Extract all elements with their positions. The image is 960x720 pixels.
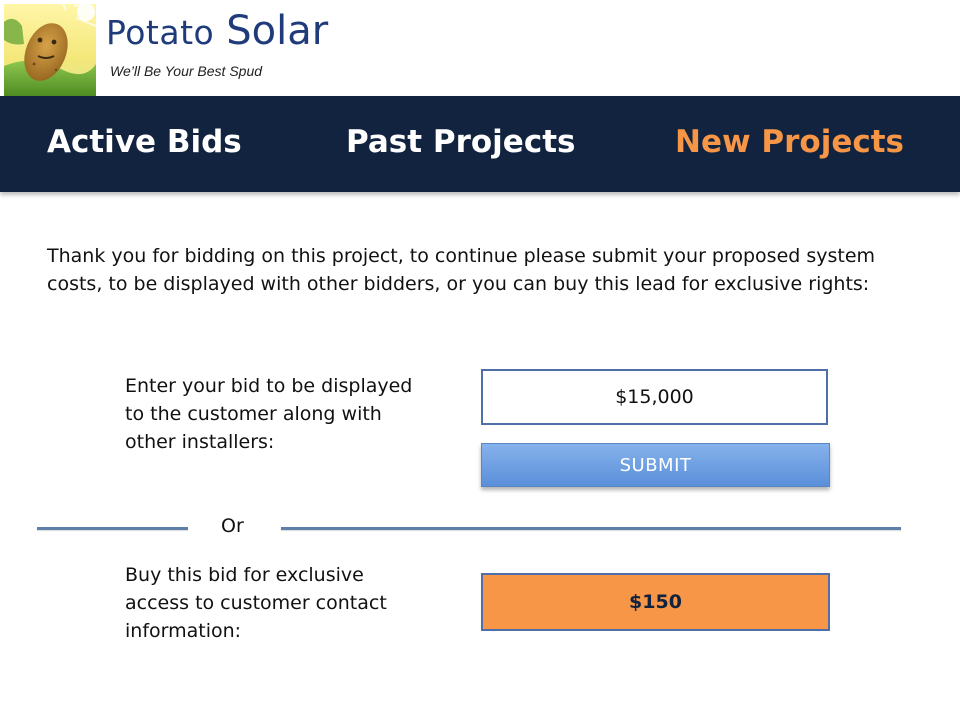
bid-amount-input[interactable]: [481, 369, 828, 425]
brand-tagline: We’ll Be Your Best Spud: [110, 63, 263, 79]
nav-item-new-projects[interactable]: New Projects: [675, 124, 904, 160]
divider-left: [37, 527, 188, 530]
divider-right: [281, 527, 901, 530]
brand-name-first: Potato: [106, 13, 215, 52]
buy-label: Buy this bid for exclusive access to cus…: [125, 564, 387, 642]
bid-label: Enter your bid to be displayed to the cu…: [125, 375, 413, 453]
or-label: Or: [221, 515, 244, 537]
submit-button[interactable]: SUBMIT: [481, 443, 830, 487]
brand-title: Potato Solar: [106, 8, 328, 54]
page: Potato Solar We’ll Be Your Best Spud Acti…: [0, 0, 960, 720]
main-nav: Active Bids Past Projects New Projects: [0, 96, 960, 192]
buy-lead-button[interactable]: $150: [481, 573, 830, 631]
potato-mascot-logo: [4, 4, 96, 96]
nav-item-active-bids[interactable]: Active Bids: [47, 124, 242, 160]
header: Potato Solar We’ll Be Your Best Spud: [0, 0, 960, 96]
brand-name-second: Solar: [226, 8, 329, 54]
intro-text: Thank you for bidding on this project, t…: [47, 245, 876, 295]
nav-item-past-projects[interactable]: Past Projects: [346, 124, 575, 160]
